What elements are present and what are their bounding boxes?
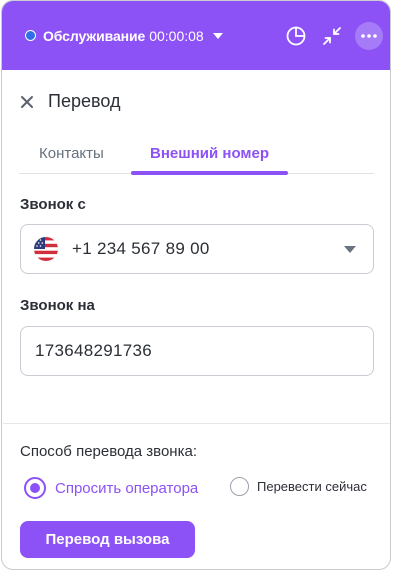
chevron-down-icon [344, 245, 356, 253]
tab-external-number[interactable]: Внешний номер [150, 145, 269, 162]
radio-button-checked[interactable] [24, 477, 46, 499]
status-dropdown[interactable]: Обслуживание 00:00:08 [25, 28, 223, 44]
dialog-title: Перевод [48, 91, 121, 111]
chevron-down-icon [212, 32, 223, 39]
radio-transfer-now-label: Перевести сейчас [257, 479, 367, 494]
header-bar: Обслуживание 00:00:08 [2, 1, 390, 70]
header-actions [282, 21, 383, 50]
radio-button-unchecked[interactable] [230, 477, 249, 496]
radio-ask-operator[interactable]: Спросить оператора [24, 477, 198, 499]
transfer-widget: Обслуживание 00:00:08 Перевод Контакты В… [1, 0, 391, 570]
radio-ask-operator-label: Спросить оператора [55, 479, 199, 497]
collapse-icon[interactable] [318, 22, 346, 50]
pie-chart-icon[interactable] [282, 22, 310, 50]
status-label: Обслуживание [43, 27, 146, 44]
call-from-select[interactable]: +1 234 567 89 00 [20, 224, 374, 274]
close-icon[interactable] [19, 94, 35, 110]
active-tab-indicator [131, 171, 288, 175]
dialog-header: Перевод [19, 91, 120, 112]
tab-contacts[interactable]: Контакты [39, 145, 104, 162]
status-timer: 00:00:08 [149, 27, 204, 44]
transfer-call-button[interactable]: Перевод вызова [20, 521, 195, 558]
call-to-input[interactable]: 173648291736 [20, 326, 374, 376]
status-indicator [25, 30, 36, 41]
transfer-method-label: Способ перевода звонка: [20, 443, 197, 460]
us-flag-icon [34, 237, 58, 261]
radio-transfer-now[interactable]: Перевести сейчас [230, 477, 367, 496]
call-from-value: +1 234 567 89 00 [72, 239, 210, 258]
more-icon[interactable] [355, 21, 383, 50]
call-to-label: Звонок на [20, 297, 95, 314]
tab-bar: Контакты Внешний номер [19, 139, 374, 175]
call-from-label: Звонок с [20, 196, 86, 213]
section-divider [3, 423, 390, 424]
